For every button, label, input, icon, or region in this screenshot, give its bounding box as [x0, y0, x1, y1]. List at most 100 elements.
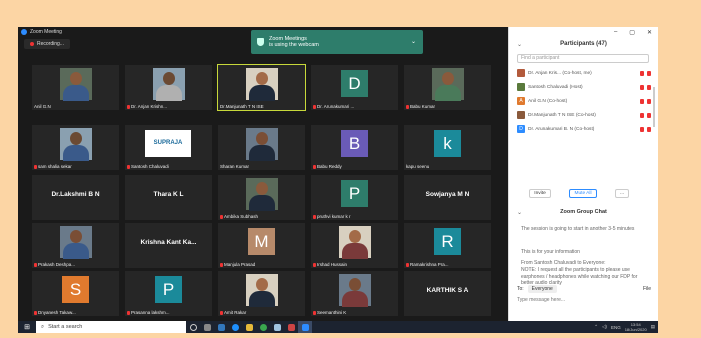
- zoom-logo-icon: [21, 29, 27, 35]
- participant-tile[interactable]: Ppruthvi kumar k r: [311, 175, 398, 220]
- chrome-icon[interactable]: [256, 321, 270, 333]
- participant-search-input[interactable]: Find a participant: [517, 54, 649, 63]
- mic-icon[interactable]: [640, 70, 644, 76]
- participant-tile[interactable]: R Ramakrishna Pra...: [404, 223, 491, 268]
- participant-name: Dr. Anjan Krishn...: [127, 104, 167, 109]
- participant-tile[interactable]: Krishna Kant Ka...: [125, 223, 212, 268]
- file-button[interactable]: File: [643, 286, 651, 292]
- participant-name: Ambika Subhash: [220, 214, 258, 219]
- mic-icon[interactable]: [640, 112, 644, 118]
- participant-tile[interactable]: B Babu Reddy: [311, 125, 398, 170]
- participant-video: [60, 128, 92, 161]
- participant-tile[interactable]: Sowjanya M N: [404, 175, 491, 220]
- muted-mic-icon: [220, 214, 223, 219]
- taskbar-search-input[interactable]: ⌕ Start a search: [36, 321, 186, 333]
- participant-tile[interactable]: Sharan Kumar: [218, 125, 305, 170]
- ie-icon[interactable]: [228, 321, 242, 333]
- avatar-letter: R: [434, 228, 461, 255]
- muted-mic-icon: [406, 262, 409, 267]
- participant-tile[interactable]: Dr.Manjunath T N ISE: [217, 64, 306, 111]
- participant-tile[interactable]: Thara K L: [125, 175, 212, 220]
- mic-icon[interactable]: [640, 98, 644, 104]
- task-view-icon[interactable]: [200, 321, 214, 333]
- app-icon[interactable]: [284, 321, 298, 333]
- muted-mic-icon: [220, 310, 223, 315]
- chevron-down-icon[interactable]: ⌄: [411, 38, 416, 45]
- mute-all-button[interactable]: Mute All: [569, 189, 597, 198]
- muted-mic-icon: [34, 164, 37, 169]
- video-off-icon[interactable]: [647, 126, 651, 132]
- muted-mic-icon: [406, 104, 409, 109]
- muted-mic-icon: [127, 104, 130, 109]
- network-icon[interactable]: ⌃: [594, 324, 598, 330]
- language-indicator[interactable]: ENG: [611, 325, 621, 330]
- participant-tile[interactable]: D Dr. Arunakumari ...: [311, 65, 398, 110]
- participant-video: [246, 178, 278, 211]
- video-off-icon[interactable]: [647, 84, 651, 90]
- mic-icon[interactable]: [640, 126, 644, 132]
- chat-message: This is for your information: [521, 249, 580, 255]
- participant-name-large: Dr.Lakshmi B N: [51, 191, 100, 198]
- participant-tile[interactable]: M Manjula Prasad: [218, 223, 305, 268]
- participant-tile[interactable]: Amit Rakar: [218, 271, 305, 316]
- close-icon[interactable]: ✕: [647, 29, 652, 36]
- participant-tile[interactable]: Anil G.N: [32, 65, 119, 110]
- participant-name: Dr.Manjunath T N ISE: [220, 104, 264, 109]
- scrollbar[interactable]: [653, 87, 655, 127]
- video-off-icon[interactable]: [647, 98, 651, 104]
- participant-name-large: Krishna Kant Ka...: [140, 239, 197, 246]
- windows-start-icon[interactable]: ⊞: [18, 321, 36, 333]
- minimize-icon[interactable]: –: [614, 29, 617, 35]
- participant-tile[interactable]: Seemanthini K: [311, 271, 398, 316]
- participant-tile[interactable]: sam shalia sekar: [32, 125, 119, 170]
- participant-list-item[interactable]: A Anil G.N (Co-host): [517, 95, 657, 107]
- notification-icon[interactable]: ▤: [651, 324, 655, 330]
- chat-message: NOTE: I request all the participants to …: [521, 267, 638, 286]
- chat-recipient-row: To: Everyone File: [517, 285, 651, 293]
- participant-tile[interactable]: Ambika Subhash: [218, 175, 305, 220]
- video-off-icon[interactable]: [647, 70, 651, 76]
- participant-name: Prasanna lakshm...: [127, 310, 170, 315]
- participant-tile[interactable]: Dr.Lakshmi B N: [32, 175, 119, 220]
- more-button[interactable]: ...: [615, 189, 629, 198]
- webcam-notification[interactable]: Zoom Meetings is using the webcam ⌄: [251, 30, 423, 54]
- participant-tile[interactable]: Babu Kumar: [404, 65, 491, 110]
- invite-button[interactable]: Invite: [529, 189, 551, 198]
- participant-tile[interactable]: KARTHIK S A: [404, 271, 491, 316]
- maximize-icon[interactable]: ▢: [629, 29, 635, 36]
- participant-tile[interactable]: P Prasanna lakshm...: [125, 271, 212, 316]
- participant-tile[interactable]: SUPRAJA Santosh Chaluvadi: [125, 125, 212, 170]
- recording-indicator[interactable]: Recording...: [24, 39, 70, 49]
- muted-mic-icon: [34, 310, 37, 315]
- windows-taskbar: ⊞ ⌕ Start a search ⌃ ◁) ENG 13:54 18/Jun…: [18, 321, 658, 333]
- zoom-taskbar-icon[interactable]: [298, 321, 312, 333]
- edge-icon[interactable]: [214, 321, 228, 333]
- volume-icon[interactable]: ◁): [602, 324, 607, 330]
- participant-list-item[interactable]: D Dr. Arunakumari B. N (Co-host): [517, 123, 657, 135]
- mic-icon[interactable]: [640, 84, 644, 90]
- participant-tile[interactable]: Dr. Anjan Krishn...: [125, 65, 212, 110]
- participant-tile[interactable]: S Dnyanesh Takaw...: [32, 271, 119, 316]
- participant-name: Ramakrishna Pra...: [406, 262, 449, 267]
- participant-name: pruthvi kumar k r: [313, 214, 351, 219]
- participant-tile[interactable]: Irshad Hussain: [311, 223, 398, 268]
- participant-name-large: Sowjanya M N: [425, 191, 470, 198]
- participant-list-item[interactable]: Dr. Anjan Kris... (Co-host, me): [517, 67, 657, 79]
- clock[interactable]: 13:54 18/Jun/2020: [625, 322, 647, 332]
- avatar-letter: M: [248, 228, 275, 255]
- participant-tile[interactable]: Prakash Deshpa...: [32, 223, 119, 268]
- participant-tile[interactable]: k kapu seenu: [404, 125, 491, 170]
- muted-mic-icon: [313, 262, 316, 267]
- participant-name: Amit Rakar: [220, 310, 246, 315]
- cortana-icon[interactable]: [186, 321, 200, 333]
- folder-icon[interactable]: [242, 321, 256, 333]
- video-off-icon[interactable]: [647, 112, 651, 118]
- recipient-dropdown[interactable]: Everyone: [527, 285, 557, 293]
- photos-icon[interactable]: [270, 321, 284, 333]
- participant-list-item[interactable]: Santosh Chaluvadi (Host): [517, 81, 657, 93]
- muted-mic-icon: [313, 164, 316, 169]
- participant-list-item[interactable]: Dr.Manjunath T N ISE (Co-host): [517, 109, 657, 121]
- right-panel: – ▢ ✕ ⌄ Participants (47) Find a partici…: [508, 27, 658, 321]
- participant-name: Santosh Chaluvadi: [127, 164, 169, 169]
- chat-message-input[interactable]: [517, 295, 651, 304]
